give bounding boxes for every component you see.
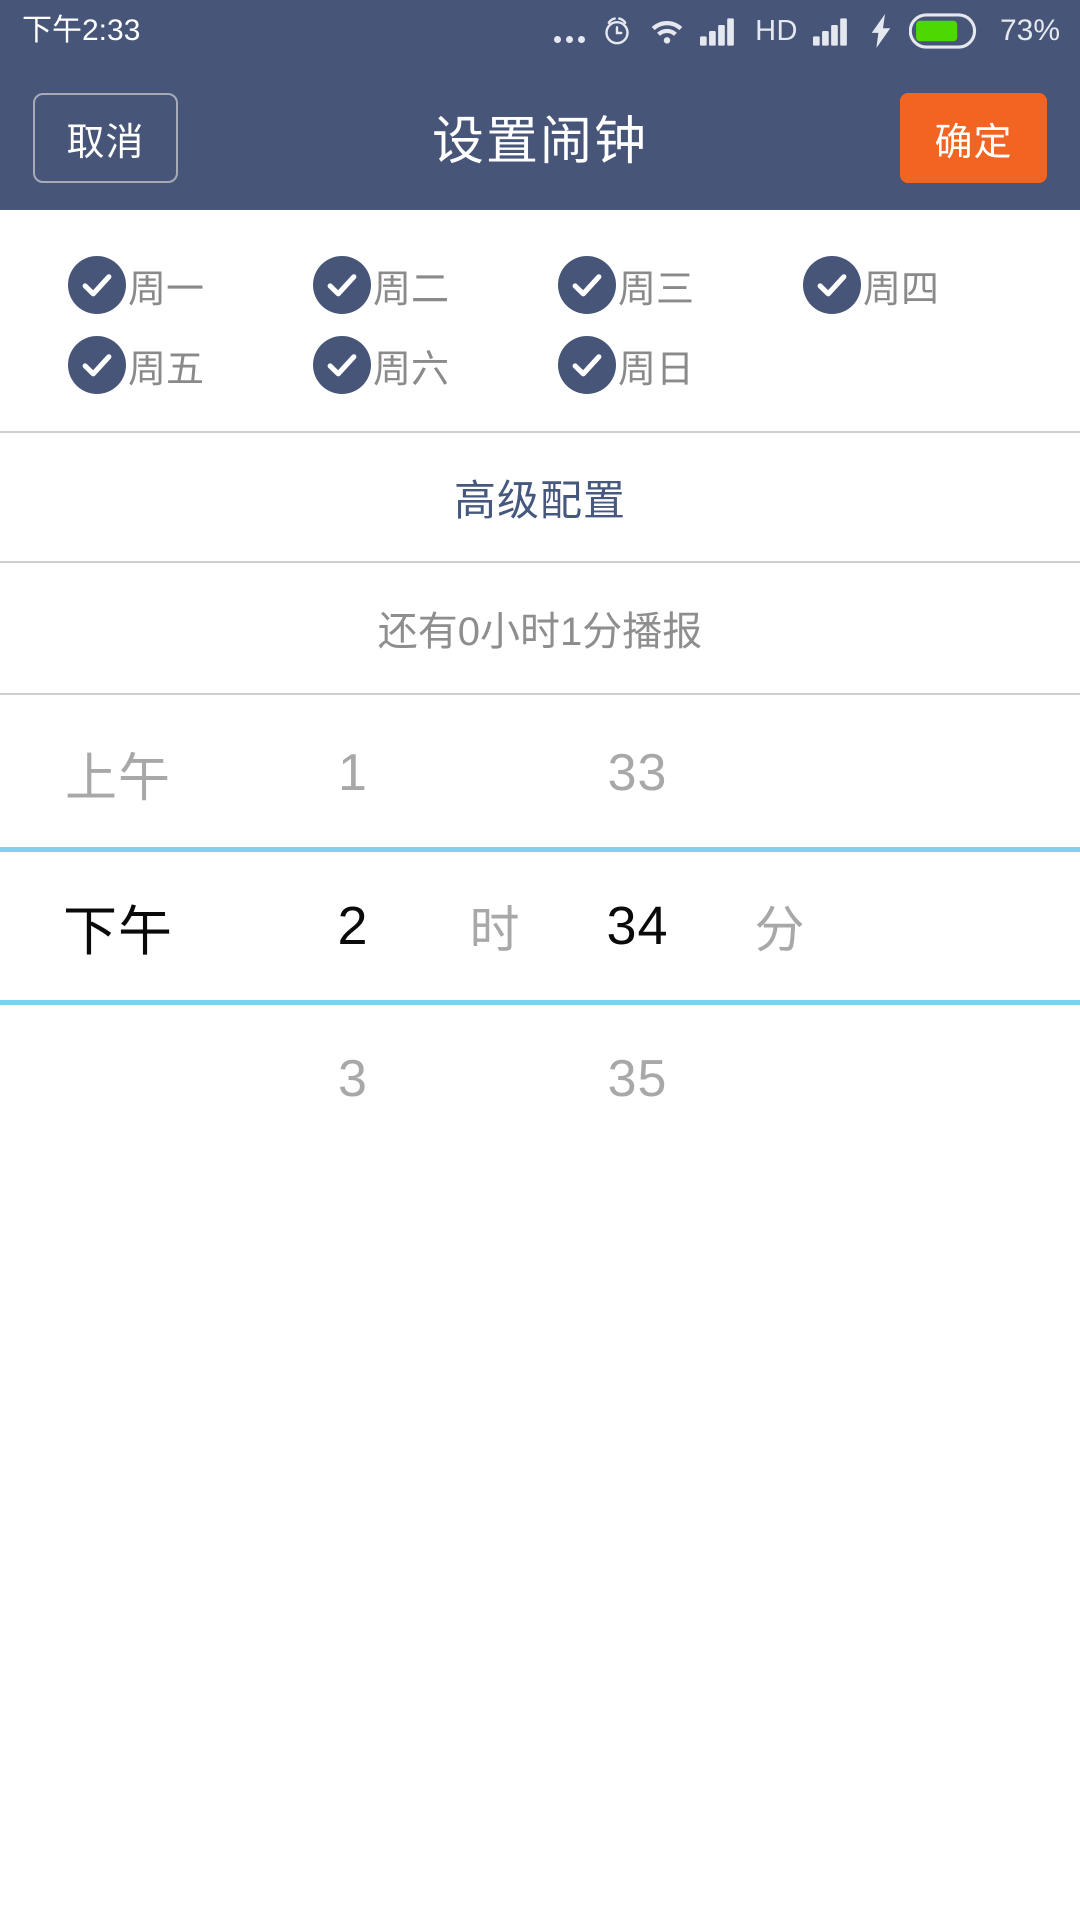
weekday-row: 周一 周二 周三 周四 xyxy=(0,245,1080,325)
check-icon[interactable] xyxy=(313,336,371,394)
weekday-item-tuesday[interactable]: 周二 xyxy=(313,256,558,314)
picker-minute-below[interactable]: 35 xyxy=(550,1049,725,1109)
wifi-icon xyxy=(649,16,685,46)
picker-hour-unit-label: 时 xyxy=(469,902,521,958)
weekday-item-thursday[interactable]: 周四 xyxy=(803,256,1048,314)
weekday-row: 周五 周六 周日 xyxy=(0,325,1080,405)
charging-bolt-icon xyxy=(868,14,894,48)
weekday-label: 周二 xyxy=(373,268,450,311)
status-bar-time: 下午2:33 xyxy=(22,14,141,47)
check-icon[interactable] xyxy=(803,256,861,314)
picker-hour-below[interactable]: 3 xyxy=(268,1049,438,1109)
picker-ampm-above[interactable]: 上午 xyxy=(28,736,208,811)
check-icon[interactable] xyxy=(68,336,126,394)
weekday-label: 周六 xyxy=(373,348,450,391)
check-icon[interactable] xyxy=(313,256,371,314)
weekday-label: 周三 xyxy=(618,268,695,311)
weekday-item-wednesday[interactable]: 周三 xyxy=(558,256,803,314)
check-icon[interactable] xyxy=(558,336,616,394)
more-dots-icon xyxy=(554,16,586,46)
weekday-item-friday[interactable]: 周五 xyxy=(68,336,313,394)
picker-minute-selected[interactable]: 34 xyxy=(550,895,725,957)
countdown-label: 还有0小时1分播报 xyxy=(377,610,703,654)
check-icon[interactable] xyxy=(68,256,126,314)
weekday-item-sunday[interactable]: 周日 xyxy=(558,336,803,394)
status-bar-icons: HD 73% xyxy=(554,13,1060,49)
alarm-icon xyxy=(600,14,634,48)
check-icon[interactable] xyxy=(558,256,616,314)
hd-icon: HD xyxy=(755,14,798,47)
battery-percent-label: 73% xyxy=(999,14,1060,47)
picker-ampm-selected[interactable]: 下午 xyxy=(28,887,208,966)
weekday-label: 周日 xyxy=(618,348,695,391)
picker-row-selected[interactable]: 下午 2 时 34 分 xyxy=(0,852,1080,1000)
weekday-label: 周一 xyxy=(128,268,205,311)
picker-row-above[interactable]: 上午 1 33 xyxy=(0,699,1080,847)
countdown-row: 还有0小时1分播报 xyxy=(0,563,1080,693)
picker-hour-selected[interactable]: 2 xyxy=(268,895,438,957)
picker-row-below[interactable]: 3 35 xyxy=(0,1005,1080,1153)
confirm-button[interactable]: 确定 xyxy=(900,93,1047,183)
signal-icon xyxy=(700,15,740,47)
app-header: 取消 设置闹钟 确定 xyxy=(0,62,1080,210)
weekday-item-monday[interactable]: 周一 xyxy=(68,256,313,314)
picker-hour-above[interactable]: 1 xyxy=(268,743,438,803)
weekday-label: 周四 xyxy=(863,268,940,311)
weekday-label: 周五 xyxy=(128,348,205,391)
weekday-item-saturday[interactable]: 周六 xyxy=(313,336,558,394)
picker-minute-above[interactable]: 33 xyxy=(550,743,725,803)
advanced-config-label: 高级配置 xyxy=(453,476,626,524)
advanced-config-row[interactable]: 高级配置 xyxy=(0,433,1080,561)
battery-icon xyxy=(908,13,981,49)
status-bar: 下午2:33 HD 73% xyxy=(0,0,1080,62)
picker-minute-unit-label: 分 xyxy=(754,902,806,958)
signal-icon-2 xyxy=(812,15,853,47)
time-picker[interactable]: 上午 1 33 下午 2 时 34 分 3 35 xyxy=(0,695,1080,1153)
cancel-button[interactable]: 取消 xyxy=(33,93,178,183)
weekday-selector: 周一 周二 周三 周四 周五 周六 周日 xyxy=(0,210,1080,431)
